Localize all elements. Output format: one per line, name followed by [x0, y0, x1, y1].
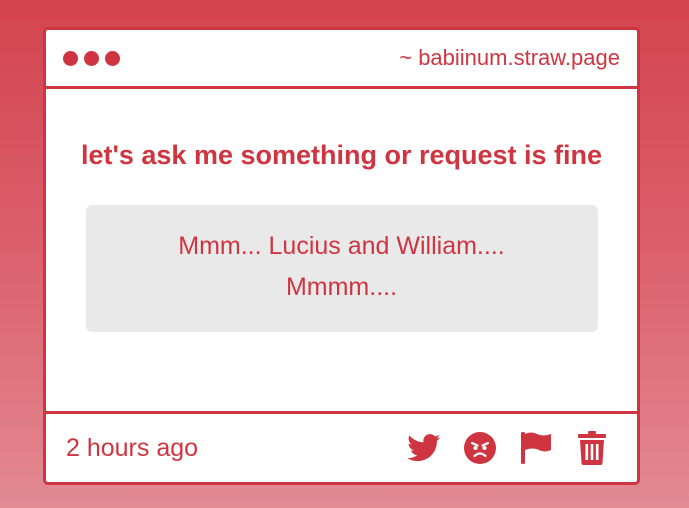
window-dots: [63, 50, 120, 66]
answer-box: Mmm... Lucius and William.... Mmmm....: [85, 205, 598, 332]
trash-icon[interactable]: [574, 431, 609, 466]
site-address[interactable]: ~ babiinum.straw.page: [399, 45, 620, 71]
flag-icon[interactable]: [518, 431, 553, 466]
card-body: let's ask me something or request is fin…: [46, 89, 637, 411]
window-dot: [105, 50, 120, 66]
action-bar: [406, 431, 609, 466]
twitter-icon[interactable]: [406, 431, 441, 466]
window-dot: [84, 50, 99, 66]
card-titlebar: ~ babiinum.straw.page: [46, 30, 637, 89]
post-timestamp: 2 hours ago: [66, 433, 199, 462]
window-dot: [63, 50, 78, 66]
question-text: let's ask me something or request is fin…: [80, 140, 603, 170]
card-footer: 2 hours ago: [46, 411, 637, 482]
angry-face-icon[interactable]: [462, 431, 497, 466]
ask-card: ~ babiinum.straw.page let's ask me somet…: [43, 27, 640, 485]
